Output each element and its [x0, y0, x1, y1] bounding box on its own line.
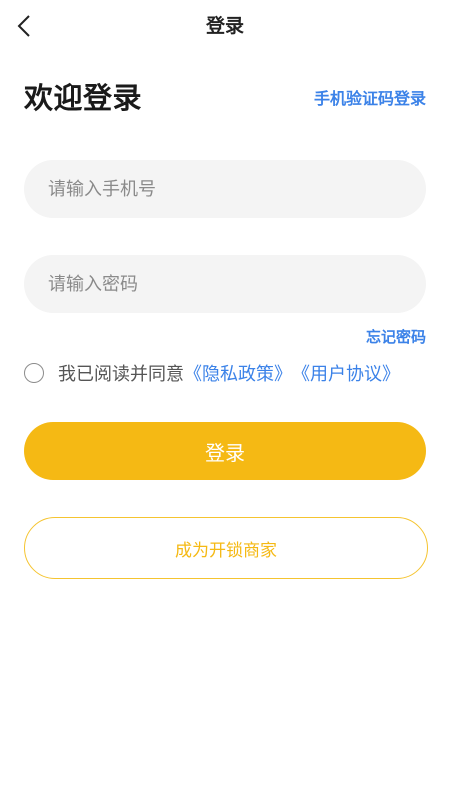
- page-title: 登录: [205, 15, 244, 37]
- password-input[interactable]: [24, 255, 426, 313]
- privacy-policy-link[interactable]: 《隐私政策》: [184, 360, 292, 386]
- login-button[interactable]: 登录: [24, 422, 426, 480]
- sms-login-link[interactable]: 手机验证码登录: [314, 89, 426, 109]
- agreement-text: 我已阅读并同意: [58, 364, 184, 385]
- welcome-heading: 欢迎登录: [24, 81, 143, 115]
- password-field-container: [24, 255, 426, 313]
- agreement-checkbox[interactable]: [24, 363, 44, 383]
- phone-input[interactable]: [24, 160, 426, 218]
- user-agreement-link[interactable]: 《用户协议》: [292, 360, 400, 386]
- phone-field-container: [24, 160, 426, 218]
- agreement-row: 我已阅读并同意 《隐私政策》 《用户协议》: [24, 360, 400, 386]
- navbar: 登录: [0, 0, 450, 52]
- become-merchant-button[interactable]: 成为开锁商家: [24, 517, 428, 579]
- forgot-password-link[interactable]: 忘记密码: [366, 328, 426, 346]
